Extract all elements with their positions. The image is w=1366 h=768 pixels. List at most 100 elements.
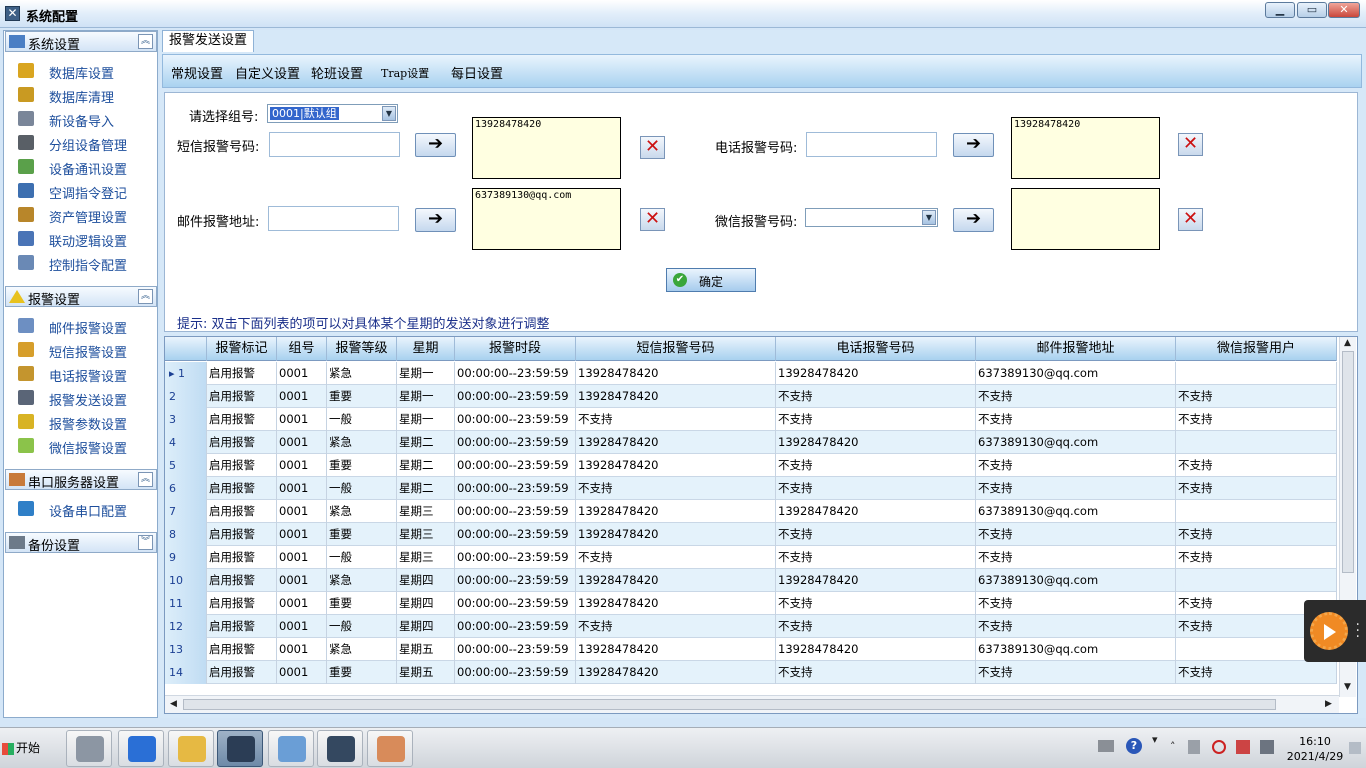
section-alarm-settings[interactable]: 报警设置 ︽	[5, 286, 157, 308]
section-backup-settings[interactable]: 备份设置 ︾	[5, 532, 157, 554]
add-phone-button[interactable]: ➔	[953, 133, 994, 157]
table-row[interactable]: 12 启用报警 0001 一般 星期四 00:00:00--23:59:59 不支持 不支持不…	[165, 615, 1337, 638]
minimize-button[interactable]: ▁	[1265, 2, 1295, 18]
subtab-general[interactable]: 常规设置	[171, 63, 223, 82]
collapse-icon[interactable]: ︽	[138, 289, 153, 304]
tray-up-icon[interactable]: ˄	[1170, 740, 1176, 753]
section-system-settings[interactable]: 系统设置 ︽	[5, 31, 157, 53]
subtab-daily[interactable]: 每日设置	[451, 63, 503, 82]
taskbar-app-button[interactable]	[168, 730, 214, 767]
sidebar-item-label: 报警发送设置	[49, 394, 128, 409]
table-row[interactable]: 4 启用报警 0001 紧急 星期二 00:00:00--23:59:59 13928478…	[165, 431, 1337, 454]
start-label: 开始	[16, 741, 41, 755]
delete-sms-button[interactable]: ✕	[640, 136, 665, 159]
row-number: 6	[165, 477, 207, 500]
delete-phone-button[interactable]: ✕	[1178, 133, 1203, 156]
phone-list[interactable]: 13928478420	[1011, 117, 1160, 179]
taskbar-app-button[interactable]	[317, 730, 363, 767]
scroll-left-icon[interactable]: ◀	[170, 699, 177, 709]
subtab-shift[interactable]: 轮班设置	[311, 63, 363, 82]
subtab-trap[interactable]: Trap设置	[381, 65, 429, 81]
mail-input[interactable]	[268, 206, 399, 231]
table-row[interactable]: 11 启用报警 0001 重要 星期四 00:00:00--23:59:59 1392847…	[165, 592, 1337, 615]
table-row[interactable]: ▸ 1 启用报警 0001 紧急 星期一 00:00:00--23:59:59 139284…	[165, 362, 1337, 385]
device-icon[interactable]	[1188, 740, 1200, 754]
show-desktop-icon[interactable]	[1349, 742, 1361, 754]
tab-alarm-send-settings[interactable]: 报警发送设置	[162, 30, 255, 52]
taskbar-app-button[interactable]	[217, 730, 263, 767]
table-cell: 重要	[327, 661, 397, 684]
close-button[interactable]: ✕	[1328, 2, 1360, 18]
table-row[interactable]: 6 启用报警 0001 一般 星期二 00:00:00--23:59:59 不支持 不支持 不支…	[165, 477, 1337, 500]
collapse-icon[interactable]: ︽	[138, 34, 153, 49]
taskbar-app-button[interactable]	[118, 730, 164, 767]
table-row[interactable]: 9 启用报警 0001 一般 星期三 00:00:00--23:59:59 不支持 不支持 不支…	[165, 546, 1337, 569]
scroll-down-icon[interactable]: ▼	[1344, 682, 1351, 692]
phone-input[interactable]	[806, 132, 937, 157]
table-row[interactable]: 2 启用报警 0001 重要 星期一 00:00:00--23:59:59 13928478…	[165, 385, 1337, 408]
warning-icon	[18, 414, 34, 429]
column-header[interactable]: 报警等级	[327, 337, 397, 361]
table-row[interactable]: 3 启用报警 0001 一般 星期一 00:00:00--23:59:59 不支持 不支持 不支…	[165, 408, 1337, 431]
add-sms-button[interactable]: ➔	[415, 133, 456, 157]
delete-mail-button[interactable]: ✕	[640, 208, 665, 231]
chevron-down-icon[interactable]: ▼	[382, 106, 396, 121]
taskbar-app-button[interactable]	[66, 730, 112, 767]
scroll-up-icon[interactable]: ▲	[1344, 338, 1351, 348]
network-icon[interactable]	[1260, 740, 1274, 754]
tray-expand-icon[interactable]: ▾	[1152, 733, 1158, 746]
start-button[interactable]: 开始	[2, 733, 48, 763]
column-header[interactable]: 报警标记	[207, 337, 277, 361]
add-mail-button[interactable]: ➔	[415, 208, 456, 232]
chevron-down-icon[interactable]: ▼	[922, 210, 936, 225]
no-sound-icon[interactable]	[1212, 740, 1226, 754]
column-header[interactable]: 电话报警号码	[776, 337, 976, 361]
mail-list[interactable]: 637389130@qq.com	[472, 188, 621, 250]
column-header[interactable]: 邮件报警地址	[976, 337, 1176, 361]
subtab-custom[interactable]: 自定义设置	[235, 63, 300, 82]
confirm-button[interactable]: ✔ 确定	[666, 268, 756, 292]
column-header[interactable]: 星期	[397, 337, 455, 361]
maximize-button[interactable]: ▭	[1297, 2, 1327, 18]
table-row[interactable]: 5 启用报警 0001 重要 星期二 00:00:00--23:59:59 13928478…	[165, 454, 1337, 477]
add-wechat-button[interactable]: ➔	[953, 208, 994, 232]
table-row[interactable]: 13 启用报警 0001 紧急 星期五 00:00:00--23:59:59 1392847…	[165, 638, 1337, 661]
collapse-icon[interactable]: ︽	[138, 472, 153, 487]
section-serial-server-settings[interactable]: 串口服务器设置 ︽	[5, 469, 157, 491]
sidebar-item-label: 设备串口配置	[49, 505, 128, 520]
group-select[interactable]: 0001|默认组 ▼	[267, 104, 398, 123]
table-row[interactable]: 10 启用报警 0001 紧急 星期四 00:00:00--23:59:59 1392847…	[165, 569, 1337, 592]
more-icon[interactable]: · · ·	[1356, 618, 1360, 644]
section-label: 备份设置	[28, 539, 81, 554]
table-cell: 星期一	[397, 408, 455, 431]
floating-widget[interactable]: · · ·	[1304, 600, 1366, 662]
taskbar-app-button[interactable]	[367, 730, 413, 767]
wechat-select[interactable]: ▼	[805, 208, 938, 227]
sms-input[interactable]	[269, 132, 400, 157]
security-icon[interactable]	[1236, 740, 1250, 754]
database-icon	[18, 63, 34, 78]
scroll-thumb[interactable]	[183, 699, 1276, 710]
delete-wechat-button[interactable]: ✕	[1178, 208, 1203, 231]
app-icon: ✕	[5, 6, 20, 21]
keyboard-icon[interactable]	[1098, 740, 1114, 752]
table-row[interactable]: 14 启用报警 0001 重要 星期五 00:00:00--23:59:59 1392847…	[165, 661, 1337, 684]
help-icon[interactable]: ?	[1126, 738, 1142, 754]
table-row[interactable]: 8 启用报警 0001 重要 星期三 00:00:00--23:59:59 13928478…	[165, 523, 1337, 546]
column-header[interactable]: 短信报警号码	[576, 337, 776, 361]
clock[interactable]: 16:10 2021/4/29	[1280, 734, 1350, 764]
column-header[interactable]	[165, 337, 207, 361]
scroll-right-icon[interactable]: ▶	[1325, 699, 1332, 709]
wechat-list[interactable]	[1011, 188, 1160, 250]
table-row[interactable]: 7 启用报警 0001 紧急 星期三 00:00:00--23:59:59 13928478…	[165, 500, 1337, 523]
column-header[interactable]: 微信报警用户	[1176, 337, 1337, 361]
table-cell: 0001	[277, 592, 327, 615]
taskbar-app-button[interactable]	[268, 730, 314, 767]
table-cell: 启用报警	[207, 477, 277, 500]
column-header[interactable]: 报警时段	[455, 337, 576, 361]
column-header[interactable]: 组号	[277, 337, 327, 361]
sms-list[interactable]: 13928478420	[472, 117, 621, 179]
expand-icon[interactable]: ︾	[138, 535, 153, 550]
scroll-thumb[interactable]	[1342, 351, 1354, 573]
horizontal-scrollbar[interactable]: ◀ ▶	[165, 695, 1339, 713]
